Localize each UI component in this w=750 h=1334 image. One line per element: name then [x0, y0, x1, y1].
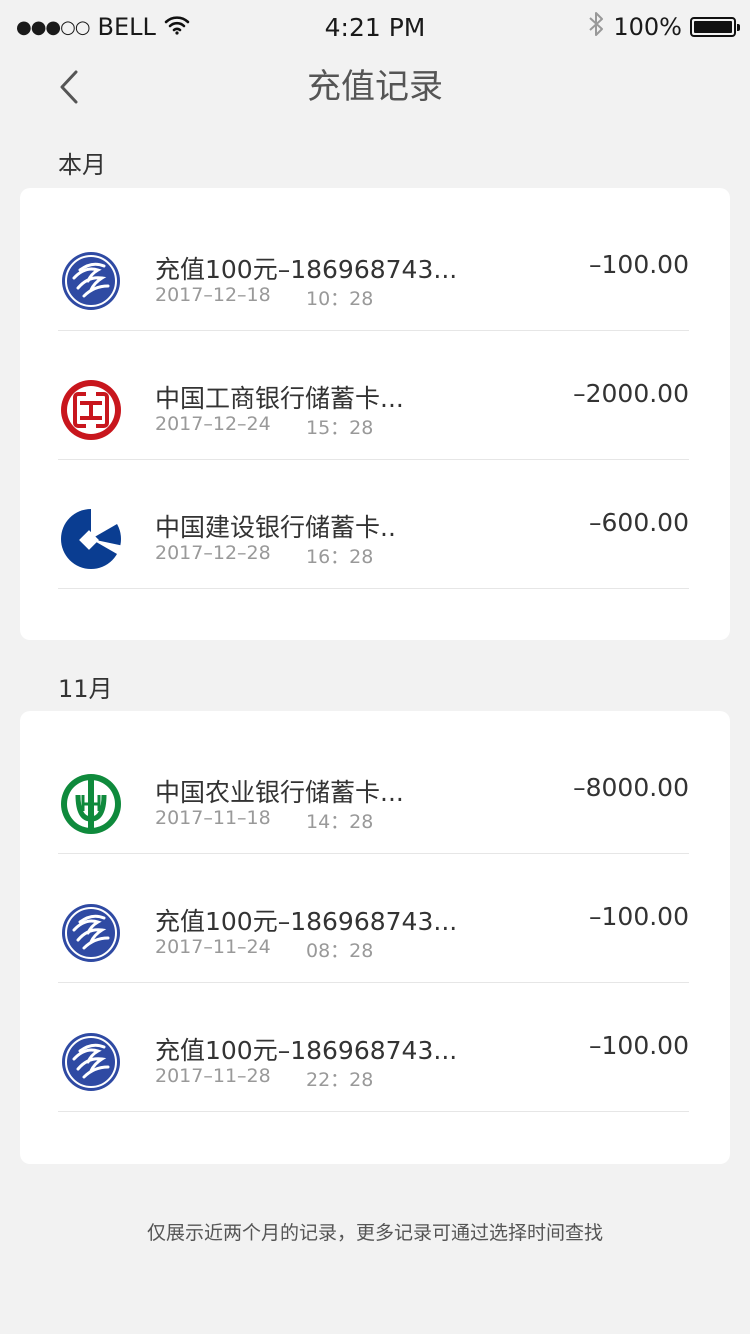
record-date: 2017–12–24 [155, 413, 271, 435]
records-card-november: 中国农业银行储蓄卡... 2017–11–18 14：28 –8000.00 充… [20, 711, 730, 1164]
record-time: 15：28 [306, 417, 374, 439]
record-amount: –2000.00 [573, 379, 689, 408]
record-title: 中国建设银行储蓄卡.. [155, 513, 396, 542]
bluetooth-icon [587, 10, 605, 44]
nav-bar: 充值记录 [0, 54, 750, 120]
section-label-this-month: 本月 [58, 151, 106, 179]
signal-strength-icon: ●●●○○ [16, 16, 91, 38]
footer-note: 仅展示近两个月的记录，更多记录可通过选择时间查找 [146, 1222, 603, 1244]
record-title: 充值100元–186968743... [155, 255, 458, 284]
battery-icon [690, 17, 740, 37]
record-amount: –8000.00 [573, 773, 689, 802]
status-bar: ●●●○○ BELL 4:21 PM 100% [0, 0, 750, 54]
record-time: 22：28 [306, 1069, 374, 1091]
record-amount: –600.00 [589, 508, 689, 537]
ccb-logo [61, 506, 124, 569]
battery-level [694, 21, 732, 33]
battery-percent: 100% [613, 13, 682, 41]
record-time: 16：28 [306, 546, 374, 568]
record-item[interactable]: 充值100元–186968743... 2017–11–28 22：28 –10… [58, 983, 689, 1112]
status-right: 100% [587, 10, 740, 44]
records-card-this-month: 充值100元–186968743... 2017–12–18 10：28 –10… [20, 188, 730, 640]
record-item[interactable]: 中国农业银行储蓄卡... 2017–11–18 14：28 –8000.00 [58, 725, 689, 854]
record-item[interactable]: 中国工商银行储蓄卡... 2017–12–24 15：28 –2000.00 [58, 331, 689, 460]
record-amount: –100.00 [589, 902, 689, 931]
china-mobile-logo [62, 252, 120, 310]
record-date: 2017–12–18 [155, 284, 271, 306]
china-mobile-logo [62, 904, 120, 962]
section-label-november: 11月 [58, 675, 113, 703]
record-amount: –100.00 [589, 250, 689, 279]
record-item[interactable]: 充值100元–186968743... 2017–11–24 08：28 –10… [58, 854, 689, 983]
record-date: 2017–11–28 [155, 1065, 271, 1087]
record-time: 14：28 [306, 811, 374, 833]
carrier-name: BELL [97, 13, 156, 41]
abc-logo [61, 774, 121, 834]
record-date: 2017–12–28 [155, 542, 271, 564]
record-title: 充值100元–186968743... [155, 1036, 458, 1065]
record-time: 08：28 [306, 940, 374, 962]
status-left: ●●●○○ BELL [16, 13, 190, 41]
record-item[interactable]: 充值100元–186968743... 2017–12–18 10：28 –10… [58, 202, 689, 331]
record-title: 充值100元–186968743... [155, 907, 458, 936]
record-date: 2017–11–24 [155, 936, 271, 958]
china-mobile-logo [62, 1033, 120, 1091]
record-title: 中国工商银行储蓄卡... [155, 384, 404, 413]
record-title: 中国农业银行储蓄卡... [155, 778, 404, 807]
record-time: 10：28 [306, 288, 374, 310]
page-title: 充值记录 [307, 67, 443, 107]
record-date: 2017–11–18 [155, 807, 271, 829]
wifi-icon [164, 13, 190, 41]
record-item[interactable]: 中国建设银行储蓄卡.. 2017–12–28 16：28 –600.00 [58, 460, 689, 589]
icbc-logo [61, 380, 121, 440]
record-amount: –100.00 [589, 1031, 689, 1060]
